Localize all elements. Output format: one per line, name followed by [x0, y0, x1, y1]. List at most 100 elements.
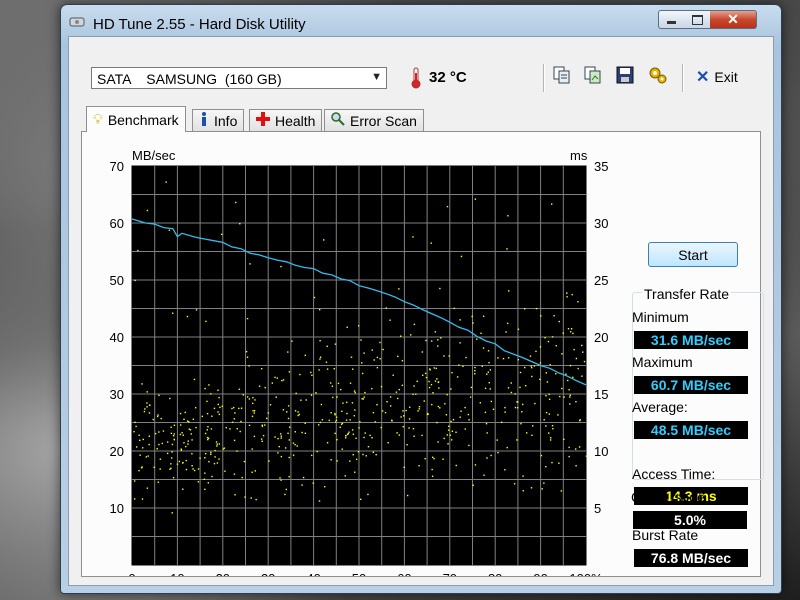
access-time-point	[319, 356, 322, 358]
y-axis-unit-label: MB/sec	[132, 148, 176, 163]
access-time-point	[210, 451, 212, 454]
access-time-point	[210, 393, 212, 395]
access-time-point	[517, 359, 520, 361]
access-time-point	[421, 374, 424, 376]
access-time-point	[425, 339, 427, 342]
access-time-point	[464, 406, 466, 409]
access-time-point	[507, 357, 510, 359]
close-button[interactable]: ✕	[710, 10, 757, 29]
maximize-button[interactable]	[684, 10, 711, 29]
minimize-button[interactable]	[658, 10, 685, 29]
access-time-point	[350, 356, 353, 358]
access-time-point	[364, 391, 366, 394]
access-time-point	[387, 442, 389, 444]
access-time-point	[208, 460, 210, 463]
access-time-point	[375, 453, 377, 456]
drive-select[interactable]: SATA SAMSUNG (160 GB) ▼	[91, 67, 387, 89]
access-time-point	[275, 396, 277, 398]
access-time-point	[575, 465, 577, 467]
access-time-point	[416, 380, 418, 383]
access-time-point	[281, 379, 283, 382]
access-time-point	[504, 411, 506, 413]
access-time-point	[451, 371, 453, 374]
access-time-point	[439, 287, 441, 290]
access-time-point	[469, 396, 472, 398]
tab-error-scan[interactable]: Error Scan	[324, 109, 424, 131]
access-time-point	[396, 432, 398, 434]
floppy-disk-icon	[616, 66, 634, 89]
access-time-point	[362, 453, 364, 456]
access-time-point	[300, 399, 302, 401]
access-time-point	[313, 296, 316, 299]
access-time-point	[450, 388, 452, 390]
access-time-point	[133, 498, 136, 500]
tab-info[interactable]: Info	[192, 109, 245, 131]
access-time-point	[476, 338, 478, 340]
access-time-point	[205, 452, 207, 455]
chevron-down-icon[interactable]: ▼	[371, 71, 382, 83]
access-time-point	[341, 448, 343, 450]
access-time-point	[330, 412, 332, 414]
access-time-point	[143, 410, 146, 413]
access-time-point	[545, 395, 547, 397]
copy-screenshot-button[interactable]	[580, 64, 606, 90]
access-time-point	[186, 420, 189, 422]
access-time-point	[207, 425, 209, 428]
access-time-point	[570, 328, 573, 330]
access-time-point	[279, 433, 282, 435]
access-time-point	[351, 368, 354, 370]
access-time-point	[455, 464, 457, 467]
access-time-point	[462, 365, 464, 368]
access-time-point	[579, 419, 581, 421]
access-time-point	[190, 433, 192, 435]
access-time-point	[524, 366, 526, 369]
access-time-point	[170, 432, 173, 435]
access-time-point	[484, 411, 487, 414]
access-time-point	[179, 424, 182, 426]
x-tick-label: 50	[352, 571, 366, 576]
tab-benchmark[interactable]: 💡︎ Benchmark	[86, 106, 186, 132]
access-time-point	[236, 427, 238, 430]
access-time-point	[452, 418, 455, 421]
access-time-point	[468, 444, 470, 447]
access-time-point	[311, 374, 313, 376]
access-time-point	[379, 341, 381, 344]
access-time-point	[432, 392, 434, 394]
access-time-point	[529, 355, 532, 357]
start-button[interactable]: Start	[648, 242, 738, 267]
access-time-point	[280, 455, 283, 458]
access-time-point	[485, 422, 488, 425]
access-time-point	[569, 331, 572, 333]
exit-button[interactable]: ✕ Exit	[696, 66, 738, 88]
access-time-point	[172, 477, 175, 479]
title-bar[interactable]: HD Tune 2.55 - Hard Disk Utility ✕	[61, 5, 781, 37]
access-time-point	[418, 464, 420, 467]
access-time-point	[165, 181, 167, 183]
access-time-point	[557, 414, 559, 416]
access-time-point	[486, 373, 488, 375]
access-time-point	[288, 456, 290, 459]
access-time-point	[371, 349, 373, 351]
access-time-point	[160, 417, 162, 420]
save-button[interactable]	[612, 64, 638, 90]
access-time-point	[500, 421, 503, 423]
access-time-point	[514, 393, 516, 395]
access-time-point	[171, 443, 174, 446]
access-time-point	[424, 457, 426, 460]
access-time-point	[577, 367, 579, 370]
access-time-point	[305, 399, 307, 401]
access-time-point	[251, 415, 254, 418]
access-time-point	[206, 429, 208, 431]
cpu-usage-value: 5.0%	[633, 511, 747, 529]
access-time-point	[250, 497, 252, 499]
access-time-point	[548, 398, 551, 401]
access-time-point	[459, 319, 461, 321]
access-time-point	[507, 215, 509, 217]
access-time-point	[359, 498, 362, 501]
tab-health[interactable]: Health	[249, 109, 323, 131]
access-time-point	[292, 442, 295, 444]
access-time-point	[450, 420, 452, 423]
access-time-point	[506, 446, 508, 449]
options-button[interactable]	[645, 64, 671, 90]
copy-text-button[interactable]	[549, 64, 575, 90]
